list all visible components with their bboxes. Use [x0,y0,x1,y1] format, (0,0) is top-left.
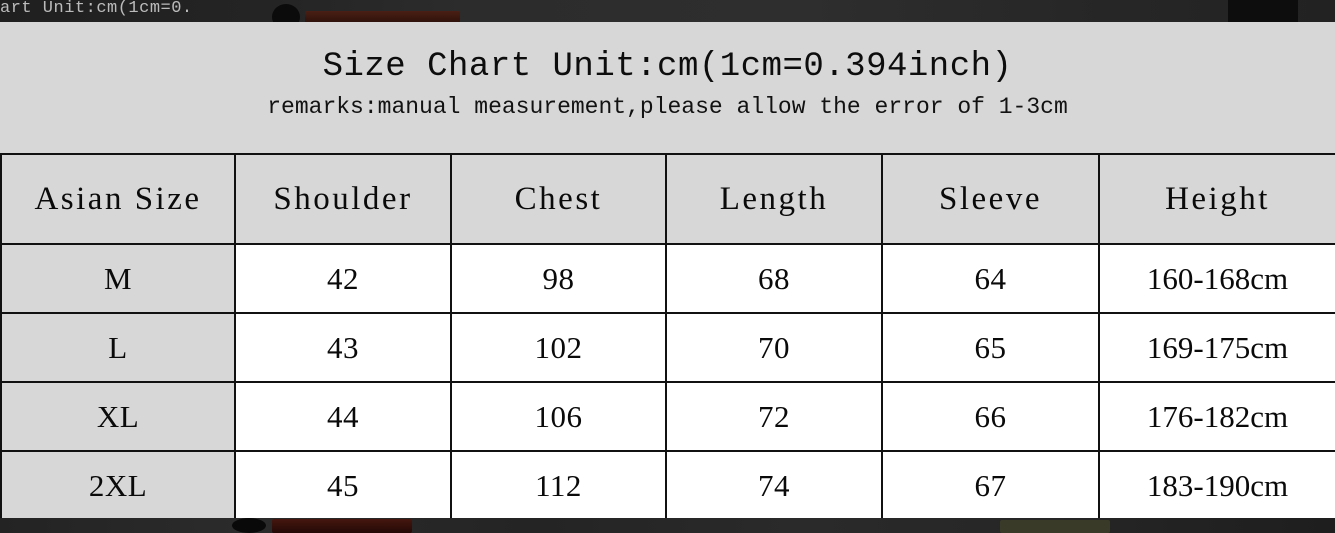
table-header-row: Asian Size Shoulder Chest Length Sleeve … [0,153,1335,245]
top-image-strip: art Unit:cm(1cm=0. [0,0,1335,22]
table-row: L 43 102 70 65 169-175cm [0,312,1335,383]
cell-length: 74 [665,450,883,521]
title-block: Size Chart Unit:cm(1cm=0.394inch) remark… [0,22,1335,153]
cell-size: XL [0,381,236,452]
cell-sleeve: 64 [881,243,1100,314]
cell-length: 70 [665,312,883,383]
cell-shoulder: 44 [234,381,452,452]
size-chart-table: Asian Size Shoulder Chest Length Sleeve … [0,153,1335,521]
cell-length: 68 [665,243,883,314]
cell-chest: 106 [450,381,667,452]
cell-chest: 98 [450,243,667,314]
table-row: XL 44 106 72 66 176-182cm [0,381,1335,452]
cell-chest: 102 [450,312,667,383]
strip-olive-blob [1000,520,1110,533]
cell-height: 169-175cm [1098,312,1335,383]
column-header-sleeve: Sleeve [881,153,1100,245]
strip-red-blob [272,519,412,533]
cell-size: 2XL [0,450,236,521]
cell-shoulder: 43 [234,312,452,383]
column-header-shoulder: Shoulder [234,153,452,245]
cell-chest: 112 [450,450,667,521]
column-header-height: Height [1098,153,1335,245]
size-chart-screenshot: art Unit:cm(1cm=0. Size Chart Unit:cm(1c… [0,0,1335,533]
top-strip-partial-title: art Unit:cm(1cm=0. [0,0,193,18]
cell-shoulder: 45 [234,450,452,521]
column-header-length: Length [665,153,883,245]
table-row: M 42 98 68 64 160-168cm [0,243,1335,314]
table-header: Asian Size Shoulder Chest Length Sleeve … [0,153,1335,245]
column-header-asian-size: Asian Size [0,153,236,245]
cell-shoulder: 42 [234,243,452,314]
table-body: M 42 98 68 64 160-168cm L 43 102 70 65 1… [0,243,1335,521]
cell-height: 183-190cm [1098,450,1335,521]
cell-sleeve: 66 [881,381,1100,452]
cell-height: 176-182cm [1098,381,1335,452]
cell-sleeve: 67 [881,450,1100,521]
cell-length: 72 [665,381,883,452]
cell-size: L [0,312,236,383]
cell-sleeve: 65 [881,312,1100,383]
page-title: Size Chart Unit:cm(1cm=0.394inch) [322,48,1013,86]
measurement-remarks: remarks:manual measurement,please allow … [267,94,1068,120]
bottom-image-strip [0,518,1335,533]
table-row: 2XL 45 112 74 67 183-190cm [0,450,1335,521]
column-header-chest: Chest [450,153,667,245]
cell-size: M [0,243,236,314]
strip-dark-box [1228,0,1298,22]
strip-dark-blob [232,518,266,533]
cell-height: 160-168cm [1098,243,1335,314]
strip-red-blob [305,11,460,22]
strip-dark-blob [272,4,300,22]
